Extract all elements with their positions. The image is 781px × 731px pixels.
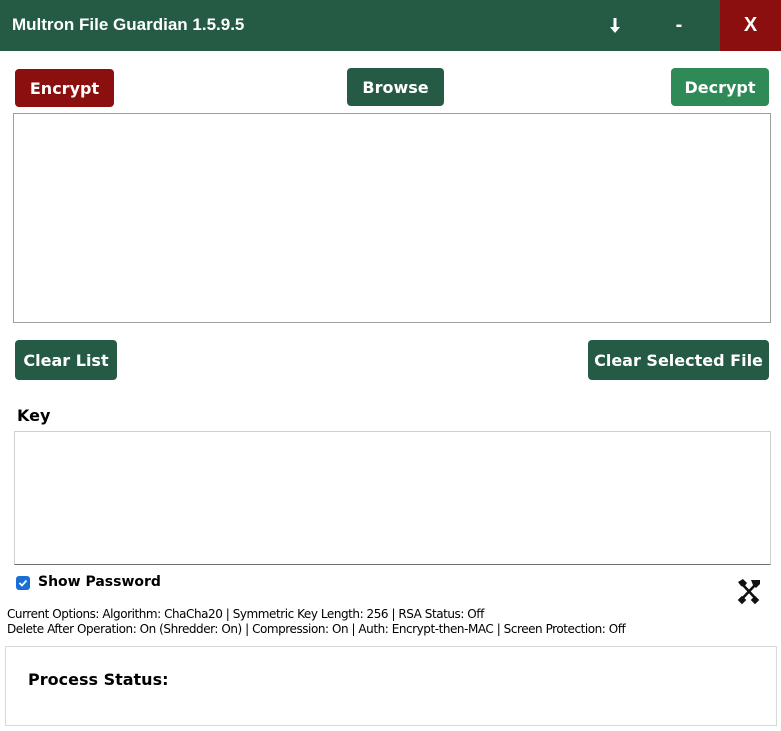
process-status-label: Process Status: <box>28 670 169 689</box>
download-button[interactable] <box>594 0 636 51</box>
close-button[interactable]: X <box>720 0 781 51</box>
decrypt-button[interactable]: Decrypt <box>671 68 769 106</box>
minimize-button[interactable]: - <box>658 0 700 51</box>
clear-list-button[interactable]: Clear List <box>15 340 117 380</box>
current-options: Current Options: Algorithm: ChaCha20 | S… <box>7 607 626 637</box>
show-password-checkbox[interactable] <box>16 576 30 590</box>
key-label: Key <box>17 406 51 425</box>
window-title: Multron File Guardian 1.5.9.5 <box>12 15 245 34</box>
tools-icon[interactable] <box>735 577 763 605</box>
encrypt-button[interactable]: Encrypt <box>15 69 114 107</box>
download-icon <box>610 17 620 33</box>
file-list[interactable] <box>13 113 771 323</box>
process-status-panel: Process Status: <box>5 646 777 726</box>
browse-button[interactable]: Browse <box>347 68 444 106</box>
key-input[interactable] <box>14 431 771 565</box>
title-bar: Multron File Guardian 1.5.9.5 - X <box>0 0 781 51</box>
clear-selected-file-button[interactable]: Clear Selected File <box>588 340 769 380</box>
options-line-2: Delete After Operation: On (Shredder: On… <box>7 622 626 636</box>
options-line-1: Current Options: Algorithm: ChaCha20 | S… <box>7 607 484 621</box>
show-password-label[interactable]: Show Password <box>38 574 161 590</box>
checkmark-icon <box>18 579 28 587</box>
